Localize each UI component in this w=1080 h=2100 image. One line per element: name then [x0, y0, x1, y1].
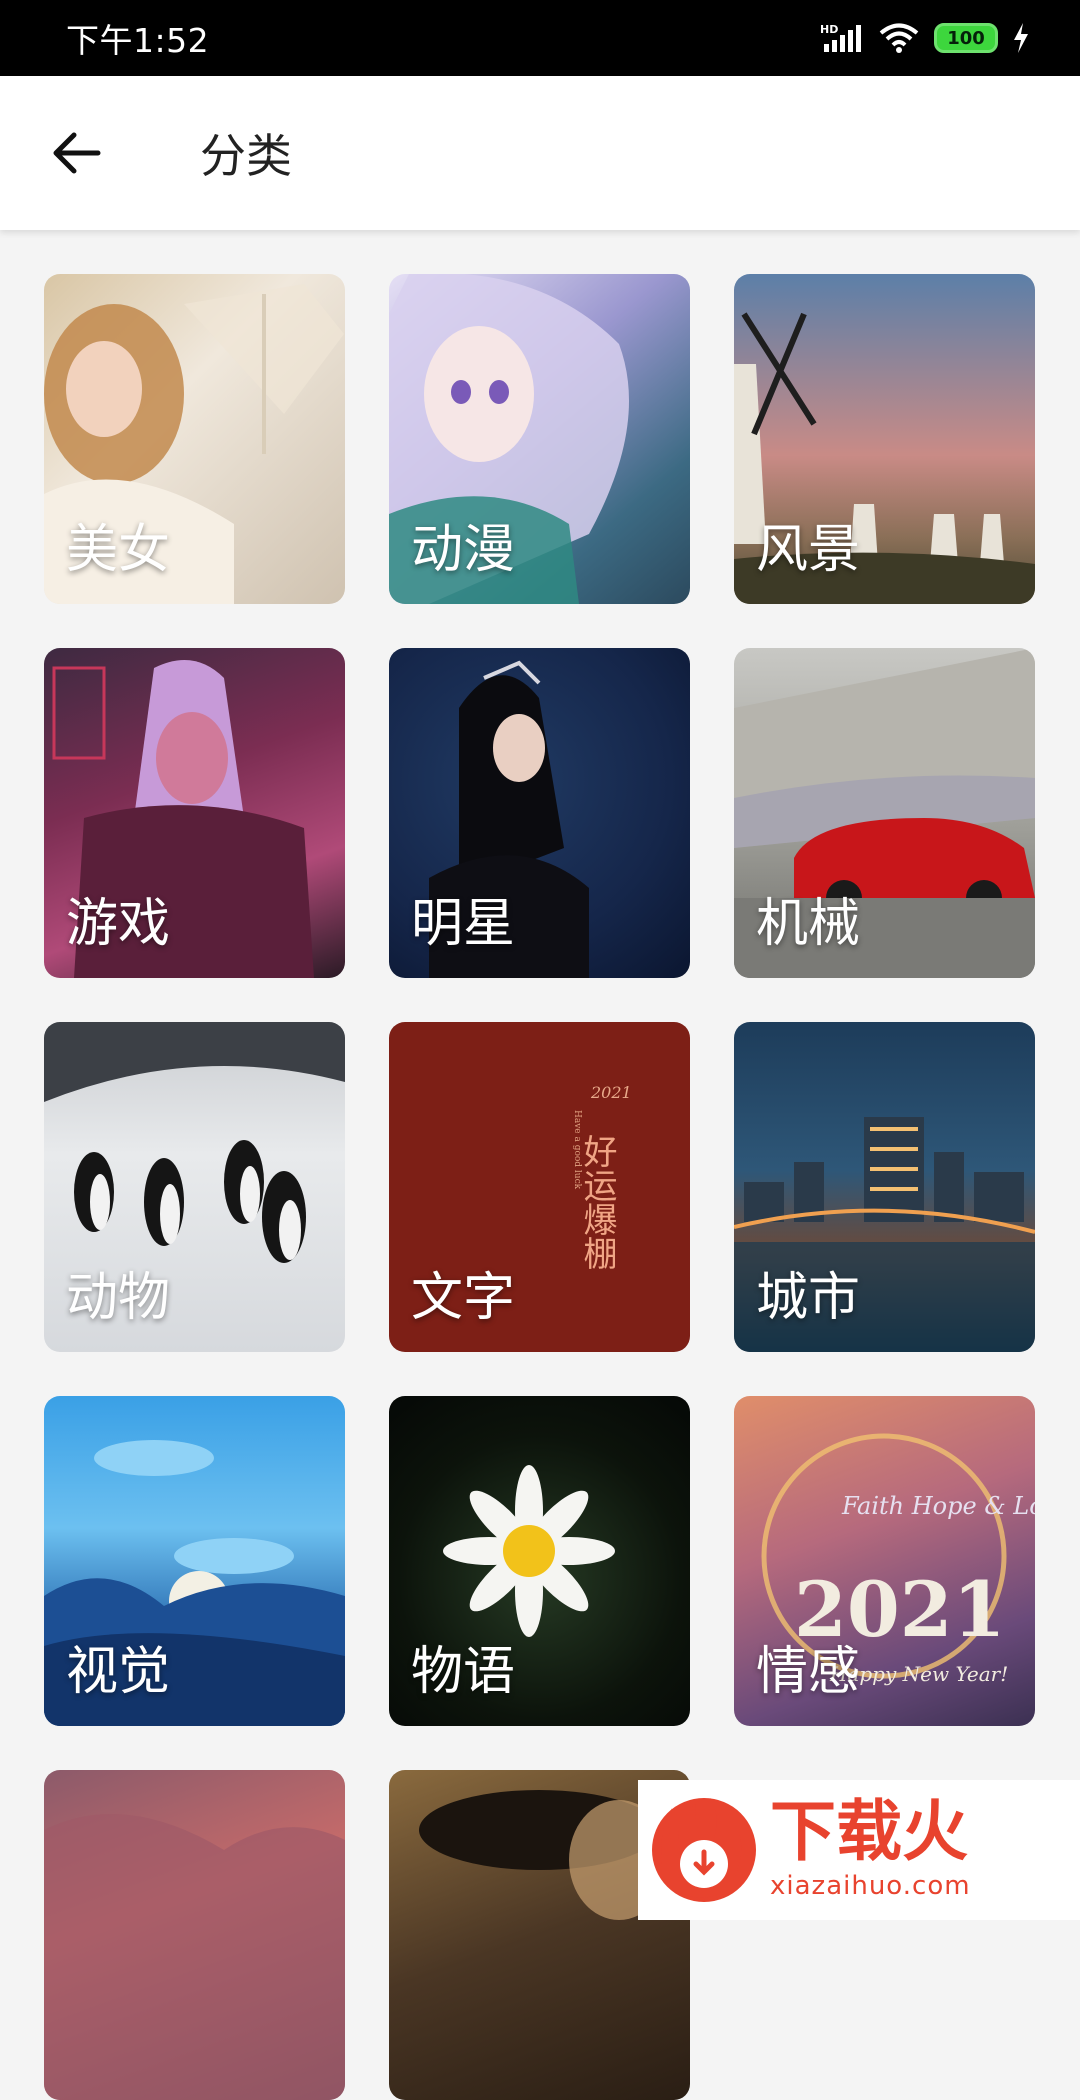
category-label: 机械 — [756, 894, 861, 954]
category-label: 游戏 — [66, 894, 171, 954]
category-card-emotion[interactable]: Faith Hope & Love 2021 Happy New Year! 情… — [734, 1396, 1035, 1726]
category-card-story[interactable]: 物语 — [389, 1396, 690, 1726]
category-label: 风景 — [756, 520, 861, 580]
wenzi-small: Have a good luck — [572, 1110, 582, 1190]
category-label: 城市 — [756, 1268, 861, 1328]
category-label: 美女 — [66, 520, 171, 580]
category-card-celebrity[interactable]: 明星 — [389, 648, 690, 978]
battery-icon: 100 — [934, 23, 998, 53]
category-card-animals[interactable]: 动物 — [44, 1022, 345, 1352]
category-label: 视觉 — [66, 1642, 171, 1702]
svg-text:HD: HD — [820, 23, 838, 36]
signal-icon: HD — [820, 23, 861, 52]
back-button[interactable] — [32, 108, 122, 198]
emotion-text: Faith Hope & Love — [841, 1492, 1035, 1520]
category-card-visual[interactable]: 视觉 — [44, 1396, 345, 1726]
category-card-games[interactable]: 游戏 — [44, 648, 345, 978]
category-card-anime[interactable]: 动漫 — [389, 274, 690, 604]
status-time: 下午1:52 — [66, 21, 210, 60]
category-label: 动漫 — [411, 520, 516, 580]
arrow-left-icon — [53, 132, 101, 174]
watermark-brand: 下载火 — [770, 1793, 968, 1870]
app-bar: 分类 — [0, 76, 1080, 230]
battery-level: 100 — [947, 27, 985, 49]
watermark: 下载火 xiazaihuo.com — [638, 1780, 1080, 1920]
page-title: 分类 — [200, 129, 292, 183]
wenzi-year: 2021 — [590, 1083, 632, 1102]
charging-icon — [1014, 23, 1028, 53]
category-label: 动物 — [66, 1268, 171, 1328]
category-card-13[interactable] — [44, 1770, 345, 2100]
status-icons: HD 100 — [820, 22, 1030, 54]
category-card-text[interactable]: 2021 好运爆棚 Have a good luck 文字 — [389, 1022, 690, 1352]
wifi-icon — [879, 23, 919, 53]
wenzi-phrase: 好运爆棚 — [577, 1134, 617, 1270]
category-label: 明星 — [411, 894, 516, 954]
category-label: 文字 — [411, 1268, 516, 1328]
category-label: 物语 — [411, 1642, 516, 1702]
category-label: 情感 — [756, 1642, 861, 1702]
watermark-url: xiazaihuo.com — [770, 1871, 971, 1901]
category-card-machinery[interactable]: 机械 — [734, 648, 1035, 978]
category-card-scenery[interactable]: 风景 — [734, 274, 1035, 604]
card-image-13 — [44, 1814, 345, 2100]
category-card-beauty[interactable]: 美女 — [44, 274, 345, 604]
watermark-logo-icon — [652, 1798, 756, 1902]
category-card-city[interactable]: 城市 — [734, 1022, 1035, 1352]
status-bar: 下午1:52 HD 100 — [0, 0, 1080, 76]
